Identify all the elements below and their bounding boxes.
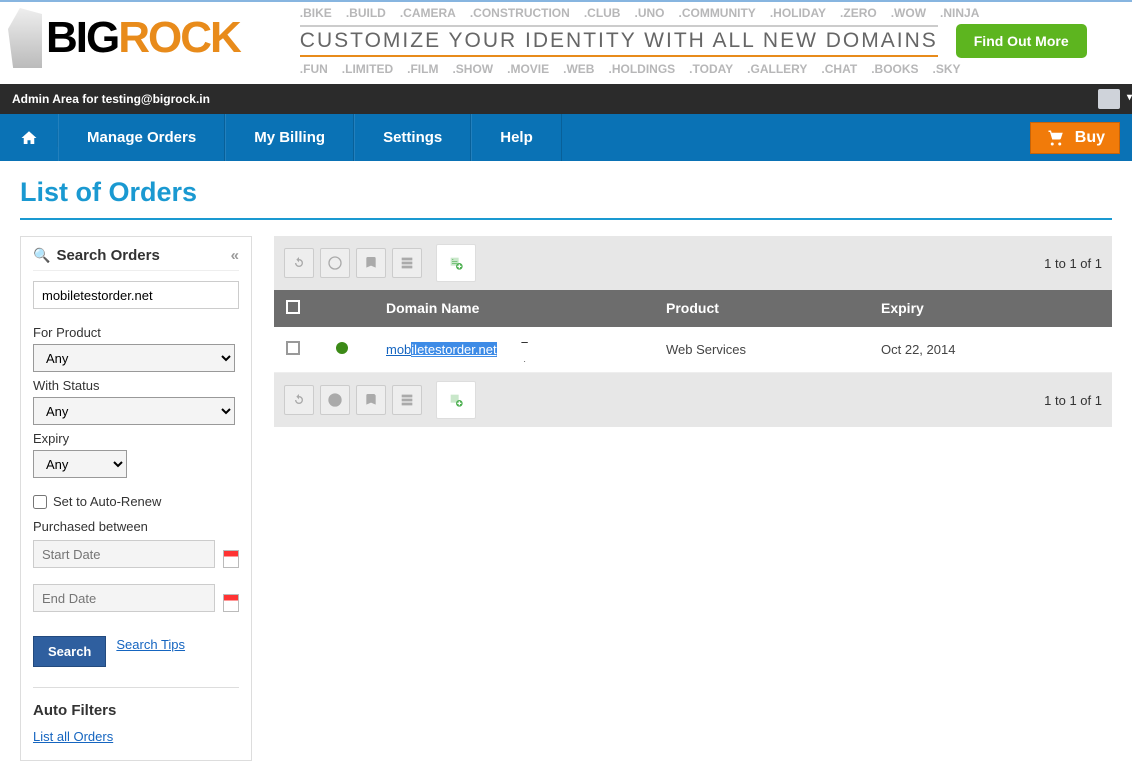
search-panel-title: Search Orders	[56, 247, 159, 264]
banner-tld: .TODAY	[689, 62, 733, 76]
col-expiry-header[interactable]: Expiry	[881, 300, 1100, 317]
banner-tld: .ZERO	[840, 6, 877, 20]
action2-button[interactable]	[356, 248, 386, 278]
autorenew-label: Set to Auto-Renew	[53, 494, 161, 509]
action1-button[interactable]	[320, 385, 350, 415]
banner-slogan: CUSTOMIZE YOUR IDENTITY WITH ALL NEW DOM…	[300, 25, 938, 57]
row-checkbox[interactable]	[286, 341, 300, 355]
home-icon[interactable]	[0, 129, 58, 147]
refresh-button[interactable]	[284, 248, 314, 278]
logo-rock: ROCK	[118, 13, 240, 62]
cart-icon	[1045, 129, 1067, 147]
user-menu-icon[interactable]	[1098, 89, 1120, 109]
banner-tld: .BIKE	[300, 6, 332, 20]
action2-button[interactable]	[356, 385, 386, 415]
banner-row-bottom: .FUN .LIMITED .FILM .SHOW .MOVIE .WEB .HOLDING…	[300, 62, 1132, 76]
search-icon: 🔍	[33, 247, 50, 264]
buy-label: Buy	[1075, 129, 1105, 147]
banner-tld: .HOLIDAY	[770, 6, 826, 20]
banner-tld: .CAMERA	[400, 6, 456, 20]
refresh-button[interactable]	[284, 385, 314, 415]
status-select[interactable]: Any	[33, 397, 235, 425]
banner-tld: .SHOW	[452, 62, 493, 76]
start-date-input[interactable]	[33, 540, 215, 568]
expiry-cell: Oct 22, 2014	[881, 342, 1100, 357]
status-active-icon	[336, 342, 348, 354]
add-button[interactable]	[436, 381, 476, 419]
results-toolbar-top: 1 to 1 of 1	[274, 236, 1112, 290]
nav-my-billing[interactable]: My Billing	[225, 114, 354, 161]
select-all-checkbox[interactable]	[286, 300, 300, 314]
action3-button[interactable]	[392, 385, 422, 415]
banner-tld: .BOOKS	[871, 62, 918, 76]
banner-tld: .CHAT	[821, 62, 857, 76]
product-select[interactable]: Any	[33, 344, 235, 372]
banner-tld: .GALLERY	[747, 62, 807, 76]
banner-tld: .CONSTRUCTION	[470, 6, 570, 20]
results-area: 1 to 1 of 1 Domain Name Product Expiry m…	[274, 236, 1112, 427]
pager-bottom: 1 to 1 of 1	[1044, 393, 1102, 408]
banner-row-top: .BIKE .BUILD .CAMERA .CONSTRUCTION .CLUB .UNO…	[300, 6, 1132, 20]
brand-logo[interactable]: BIGROCK	[8, 8, 240, 68]
nav-manage-orders[interactable]: Manage Orders	[58, 114, 225, 161]
banner-tld: .MOVIE	[507, 62, 549, 76]
results-toolbar-bottom: 1 to 1 of 1	[274, 373, 1112, 427]
col-product-header[interactable]: Product	[666, 300, 881, 317]
product-cell: Web Services	[666, 342, 881, 357]
search-input[interactable]	[33, 281, 239, 309]
banner-tld: .WEB	[563, 62, 594, 76]
main-nav: Manage OrdersMy BillingSettingsHelp Buy	[0, 114, 1132, 161]
action1-button[interactable]	[320, 248, 350, 278]
logo-big: BIG	[46, 13, 118, 62]
nav-settings[interactable]: Settings	[354, 114, 471, 161]
buy-button[interactable]: Buy	[1030, 122, 1120, 154]
autorenew-checkbox[interactable]	[33, 495, 47, 509]
promo-banner: .BIKE .BUILD .CAMERA .CONSTRUCTION .CLUB .UNO…	[300, 6, 1132, 76]
banner-tld: .NINJA	[940, 6, 979, 20]
banner-tld: .COMMUNITY	[678, 6, 755, 20]
banner-tld: .HOLDINGS	[608, 62, 675, 76]
end-date-input[interactable]	[33, 584, 215, 612]
status-label: With Status	[33, 378, 239, 393]
col-domain-header[interactable]: Domain Name	[386, 300, 666, 317]
domain-link[interactable]: mobiletestorder.net	[386, 342, 497, 357]
calendar-icon[interactable]	[223, 550, 239, 568]
banner-tld: .UNO	[634, 6, 664, 20]
product-label: For Product	[33, 325, 239, 340]
collapse-icon[interactable]: «	[231, 247, 239, 264]
admin-area-label: Admin Area for testing@bigrock.in	[12, 92, 210, 106]
banner-tld: .LIMITED	[342, 62, 393, 76]
banner-tld: .CLUB	[584, 6, 621, 20]
banner-tld: .WOW	[891, 6, 926, 20]
search-tips-link[interactable]: Search Tips	[116, 637, 185, 652]
add-button[interactable]	[436, 244, 476, 282]
page-title: List of Orders	[20, 177, 1112, 220]
find-out-more-button[interactable]: Find Out More	[956, 24, 1087, 58]
calendar-icon[interactable]	[223, 594, 239, 612]
banner-tld: .FUN	[300, 62, 328, 76]
banner-tld: .BUILD	[346, 6, 386, 20]
search-panel: 🔍 Search Orders « For Product Any With S…	[20, 236, 252, 761]
list-all-orders-link[interactable]: List all Orders	[33, 729, 239, 744]
nav-help[interactable]: Help	[471, 114, 562, 161]
search-button[interactable]: Search	[33, 636, 106, 667]
table-row: mobiletestorder.net Web ServicesOct 22, 2…	[274, 327, 1112, 373]
purchased-label: Purchased between	[33, 519, 239, 534]
auto-filters-title: Auto Filters	[33, 702, 239, 719]
banner-tld: .SKY	[933, 62, 961, 76]
action3-button[interactable]	[392, 248, 422, 278]
expiry-select[interactable]: Any	[33, 450, 127, 478]
pager-top: 1 to 1 of 1	[1044, 256, 1102, 271]
banner-tld: .FILM	[407, 62, 438, 76]
logo-icon	[8, 8, 42, 68]
expiry-label: Expiry	[33, 431, 239, 446]
